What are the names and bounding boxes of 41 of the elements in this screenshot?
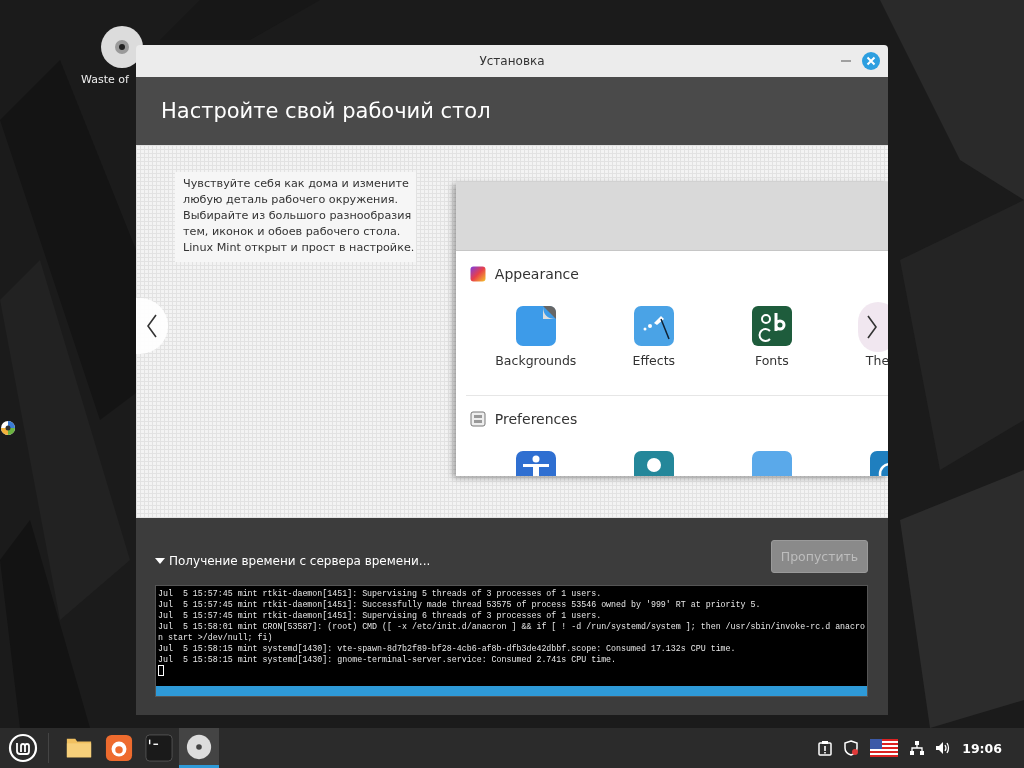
circle-icon[interactable]: [0, 419, 18, 437]
settings-item-label[interactable]: The: [865, 353, 888, 368]
log-line: Jul 5 15:58:15 mint systemd[1430]: vte-spawn-8d7b2f89-bf28-4cb6-af8b-dfb3de42dbbf.scope: Consumed 17.132s CPU time.: [158, 643, 737, 654]
chevron-right-icon: [866, 314, 878, 340]
terminal-cursor: [158, 665, 164, 676]
taskbar-button[interactable]: [179, 728, 219, 768]
preferences-icon: [469, 411, 486, 427]
section-title: Preferences: [494, 411, 578, 427]
log-line: Jul 5 15:58:15 mint systemd[1430]: gnome-terminal-server.service: Consumed 2.741s CPU time.: [158, 654, 618, 665]
disc-icon: [185, 732, 213, 761]
flag-icon[interactable]: [870, 739, 899, 757]
log-line: Jul 5 15:57:45 mint rtkit-daemon[1451]: Supervising 5 threads of 3 processes of 1 users.: [158, 588, 603, 599]
fonts-icon[interactable]: [750, 305, 793, 347]
terminal-icon: [145, 734, 173, 762]
section-title: Appearance: [494, 266, 579, 282]
chevron-left-icon: [146, 313, 158, 339]
settings-item-label[interactable]: Effects: [632, 353, 676, 368]
menu-icon[interactable]: [8, 733, 38, 763]
palette-icon: [469, 266, 486, 282]
volume-icon[interactable]: [935, 740, 952, 756]
wallpaper-icon[interactable]: [514, 305, 557, 347]
caret-icon: [155, 556, 165, 565]
log-line: Jul 5 15:57:45 mint rtkit-daemon[1451]: Successfully made thread 53575 of process 53546 owned by '999' RT at priority 5.: [158, 599, 762, 610]
log-line: Jul 5 15:57:45 mint rtkit-daemon[1451]: Supervising 6 threads of 3 processes of 1 users.: [158, 610, 603, 621]
description-text: Чувствуйте себя как дома и измените любую деталь рабочего окружения. Выбирайте из большого разнообразия тем, иконок и обоев рабочего стола. Linux Mint открыт и прост в настройке.: [175, 172, 416, 262]
previous-button[interactable]: [136, 298, 168, 354]
window-title: Установка: [479, 54, 545, 68]
settings-item-label[interactable]: Backgrounds: [495, 353, 577, 368]
page-heading: Настройте свой рабочий стол: [161, 99, 491, 123]
settings-item-label[interactable]: Fonts: [754, 353, 789, 368]
clipboard-icon[interactable]: [817, 740, 834, 756]
status-expander[interactable]: Получение времени с сервера времени...: [155, 553, 431, 568]
browser-icon: [105, 734, 133, 762]
next-button[interactable]: [858, 302, 888, 352]
clock[interactable]: 19:06: [962, 740, 1002, 756]
shield-icon[interactable]: [843, 740, 860, 756]
desktop-icon-label[interactable]: Waste of: [81, 73, 129, 86]
magic-wand-icon[interactable]: [632, 305, 675, 347]
close-button[interactable]: [861, 51, 881, 71]
network-icon[interactable]: [909, 740, 926, 756]
log-line: Jul 5 15:58:01 mint CRON[53587]: (root) CMD ([ -x /etc/init.d/anacron ] && if [ ! -d /run/systemd/system ]; then /usr/sbin/invoke-rc.d anacron start >/dev/null; fi): [158, 621, 865, 643]
